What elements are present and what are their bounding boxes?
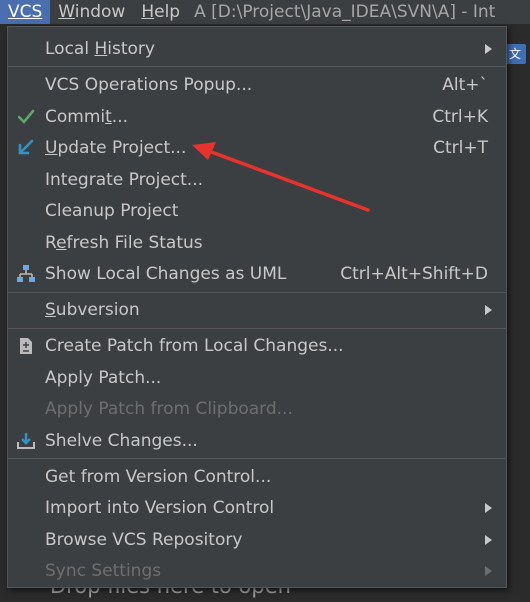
menu-vcs[interactable]: VCS <box>0 0 51 24</box>
menu-window-mnemonic: W <box>58 2 75 22</box>
menu-item-shortcut: Ctrl+Alt+Shift+D <box>340 264 488 284</box>
submenu-arrow-icon <box>485 44 492 54</box>
menu-item-label: Refresh File Status <box>45 233 203 253</box>
menu-bar: VCS Window Help A [D:\Project\Java_IDEA\… <box>0 0 530 24</box>
menu-item-apply-patch[interactable]: Apply Patch... <box>8 364 506 392</box>
menu-item-label: Import into Version Control <box>45 498 275 518</box>
menu-item-label: Get from Version Control... <box>45 467 272 487</box>
submenu-arrow-icon <box>485 503 492 513</box>
menu-item-create-patch[interactable]: Create Patch from Local Changes... <box>8 332 506 360</box>
menu-item-import-into-version-control[interactable]: Import into Version Control <box>8 494 506 522</box>
menu-item-label: Update Project... <box>45 138 187 158</box>
patch-file-icon <box>20 338 32 354</box>
menu-item-cleanup-project[interactable]: Cleanup Project <box>8 197 506 225</box>
menu-help-mnemonic: H <box>141 2 155 22</box>
menu-help[interactable]: Help <box>133 0 188 24</box>
menu-item-get-from-version-control[interactable]: Get from Version Control... <box>8 463 506 491</box>
menu-item-apply-patch-from-clipboard: Apply Patch from Clipboard... <box>8 395 506 423</box>
menu-item-shortcut: Ctrl+T <box>433 138 488 158</box>
menu-item-label: Commit... <box>45 107 129 127</box>
menu-item-refresh-file-status[interactable]: Refresh File Status <box>8 229 506 257</box>
menu-item-label: Show Local Changes as UML <box>45 264 287 284</box>
menu-item-update-project[interactable]: Update Project... Ctrl+T <box>8 134 506 162</box>
menu-item-integrate-project[interactable]: Integrate Project... <box>8 166 506 194</box>
shelve-icon <box>17 433 35 449</box>
menu-item-subversion[interactable]: Subversion <box>8 296 506 324</box>
check-icon <box>17 109 35 124</box>
menu-item-label: Create Patch from Local Changes... <box>45 336 344 356</box>
menu-separator <box>8 458 506 459</box>
menu-item-label: Shelve Changes... <box>45 431 198 451</box>
menu-separator <box>8 328 506 329</box>
menu-vcs-label: VCS <box>8 2 43 22</box>
submenu-arrow-icon <box>485 535 492 545</box>
menu-item-shortcut: Alt+` <box>442 75 488 95</box>
menu-separator <box>8 66 506 67</box>
menu-item-browse-vcs-repository[interactable]: Browse VCS Repository <box>8 526 506 554</box>
menu-item-shelve-changes[interactable]: Shelve Changes... <box>8 427 506 455</box>
menu-item-label: Subversion <box>45 300 140 320</box>
menu-item-show-local-changes-uml[interactable]: Show Local Changes as UML Ctrl+Alt+Shift… <box>8 260 506 288</box>
menu-item-shortcut: Ctrl+K <box>432 107 488 127</box>
menu-window-label: indow <box>74 2 126 22</box>
menu-item-local-history[interactable]: Local History <box>8 35 506 63</box>
menu-help-label: elp <box>154 2 181 22</box>
menu-item-label: Apply Patch... <box>45 368 162 388</box>
menu-item-label: Cleanup Project <box>45 201 179 221</box>
menu-item-sync-settings: Sync Settings <box>8 557 506 585</box>
uml-diagram-icon <box>17 265 35 282</box>
menu-item-vcs-operations-popup[interactable]: VCS Operations Popup... Alt+` <box>8 71 506 99</box>
menu-item-label: Sync Settings <box>45 561 162 581</box>
menu-window[interactable]: Window <box>50 0 133 24</box>
menu-item-commit[interactable]: Commit... Ctrl+K <box>8 103 506 131</box>
submenu-arrow-icon <box>485 305 492 315</box>
menu-item-label: Integrate Project... <box>45 170 204 190</box>
translate-icon[interactable]: 文 <box>504 44 526 64</box>
menu-item-label: Apply Patch from Clipboard... <box>45 399 293 419</box>
menu-item-label: Local History <box>45 39 155 59</box>
submenu-arrow-icon <box>485 566 492 576</box>
vcs-dropdown-menu: Local History VCS Operations Popup... Al… <box>7 26 507 588</box>
menu-item-label: VCS Operations Popup... <box>45 75 253 95</box>
menu-separator <box>8 292 506 293</box>
window-title: A [D:\Project\Java_IDEA\SVN\A] - Int <box>194 2 496 22</box>
update-arrow-icon <box>18 139 34 155</box>
menu-item-label: Browse VCS Repository <box>45 530 243 550</box>
